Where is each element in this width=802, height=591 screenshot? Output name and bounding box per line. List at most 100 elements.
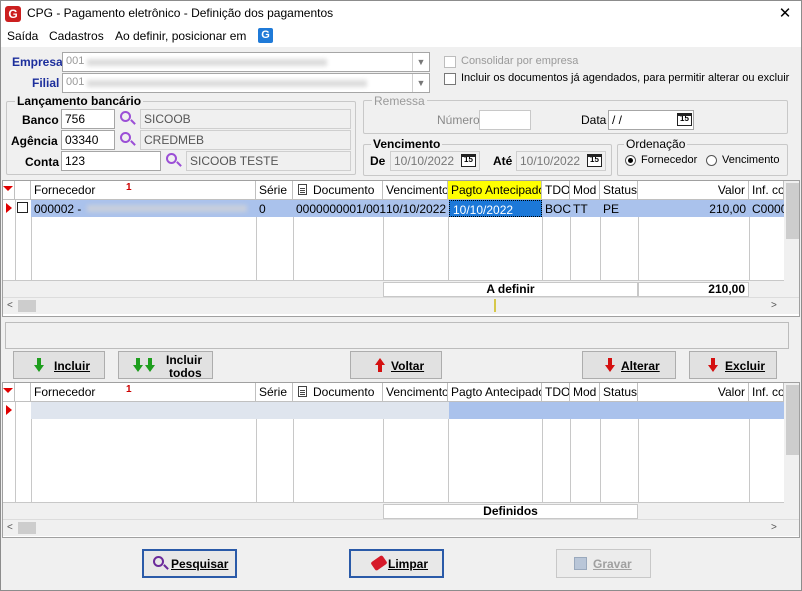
pesquisar-button[interactable]: Pesquisar xyxy=(142,549,237,578)
col-tdo[interactable]: TDO xyxy=(542,181,570,200)
col-status[interactable]: Status xyxy=(600,181,638,200)
arrow-down-red-icon xyxy=(708,358,718,372)
footer-label: A definir xyxy=(383,282,638,297)
current-row-icon xyxy=(6,203,12,213)
status-bar xyxy=(5,322,789,349)
search-icon xyxy=(151,555,169,573)
banco-code-input[interactable]: 756 xyxy=(61,109,115,129)
consolidar-label: Consolidar por empresa xyxy=(461,55,579,67)
incluir-agendados-label: Incluir os documentos já agendados, para… xyxy=(461,72,790,84)
arrow-up-red-icon xyxy=(375,358,385,372)
ordenacao-fornecedor-radio[interactable] xyxy=(625,155,636,166)
horizontal-scrollbar[interactable]: < > xyxy=(3,297,799,314)
empresa-name-blurred xyxy=(87,59,327,66)
agencia-name-field: CREDMEB xyxy=(140,130,351,150)
col-inf[interactable]: Inf. com xyxy=(749,383,784,402)
search-icon[interactable] xyxy=(164,152,182,170)
banco-name-field: SICOOB xyxy=(140,109,351,129)
data-label: Data xyxy=(581,113,607,127)
menu-cadastros[interactable]: Cadastros xyxy=(49,29,104,43)
sort-down-icon xyxy=(3,388,13,393)
consolidar-checkbox[interactable] xyxy=(444,56,456,68)
col-mod[interactable]: Mod xyxy=(570,181,600,200)
arrow-down-green-icon xyxy=(34,358,44,372)
col-fornecedor[interactable]: Fornecedor 1 xyxy=(31,383,256,402)
incluir-button[interactable]: Incluir xyxy=(13,351,105,379)
g-icon[interactable]: G xyxy=(258,28,273,43)
voltar-button[interactable]: Voltar xyxy=(350,351,442,379)
lancamento-title: Lançamento bancário xyxy=(15,94,144,108)
app-icon: G xyxy=(5,6,21,22)
search-icon[interactable] xyxy=(118,131,136,149)
menu-bar: Saída Cadastros Ao definir, posicionar e… xyxy=(1,27,801,47)
excluir-button[interactable]: Excluir xyxy=(689,351,777,379)
scroll-right-icon[interactable]: > xyxy=(771,300,777,311)
eraser-icon xyxy=(370,554,388,572)
scroll-right-icon[interactable]: > xyxy=(771,522,777,533)
vertical-scrollbar[interactable] xyxy=(784,383,799,519)
numero-label: Número xyxy=(437,113,480,127)
filial-name-blurred xyxy=(87,80,367,87)
filial-combo[interactable]: 001 ▼ xyxy=(62,73,430,93)
calendar-icon[interactable]: 15 xyxy=(587,154,602,167)
banco-label: Banco xyxy=(22,113,59,127)
col-pagto-antecipado[interactable]: Pagto Antecipado xyxy=(448,181,542,200)
col-inf[interactable]: Inf. com xyxy=(749,181,784,200)
col-status[interactable]: Status xyxy=(600,383,638,402)
menu-ao-definir[interactable]: Ao definir, posicionar em xyxy=(115,29,246,43)
de-label: De xyxy=(370,154,386,168)
col-mod[interactable]: Mod xyxy=(570,383,600,402)
limpar-button[interactable]: Limpar xyxy=(349,549,444,578)
gravar-button[interactable]: Gravar xyxy=(556,549,651,578)
incluir-todos-button[interactable]: Incluir todos xyxy=(118,351,213,380)
definidos-grid: Fornecedor 1 Série Documento Vencimento P… xyxy=(2,382,800,538)
sort-down-icon xyxy=(3,186,13,191)
empresa-combo[interactable]: 001 ▼ xyxy=(62,52,430,72)
footer-total: 210,00 xyxy=(638,282,749,297)
col-fornecedor[interactable]: Fornecedor 1 xyxy=(31,181,256,200)
col-valor[interactable]: Valor xyxy=(638,383,749,402)
agencia-label: Agência xyxy=(11,134,58,148)
arrow-down-green-icon xyxy=(133,358,143,372)
menu-saida[interactable]: Saída xyxy=(7,29,38,43)
grid-corner xyxy=(3,181,15,200)
cell-tdo: BOC xyxy=(545,202,572,216)
col-valor[interactable]: Valor xyxy=(638,181,749,200)
cell-pagto-antecipado[interactable]: 10/10/2022 xyxy=(449,200,542,217)
remessa-group xyxy=(363,100,788,134)
col-vencimento[interactable]: Vencimento xyxy=(383,181,448,200)
col-documento[interactable]: Documento xyxy=(293,181,383,200)
grid-corner xyxy=(3,383,15,402)
chevron-down-icon[interactable]: ▼ xyxy=(412,74,429,92)
scroll-left-icon[interactable]: < xyxy=(7,300,13,311)
remessa-title: Remessa xyxy=(372,94,427,108)
horizontal-scrollbar[interactable]: < > xyxy=(3,519,799,536)
alterar-button[interactable]: Alterar xyxy=(582,351,676,379)
numero-input[interactable] xyxy=(479,110,531,130)
calendar-icon[interactable]: 15 xyxy=(461,154,476,167)
col-documento[interactable]: Documento xyxy=(293,383,383,402)
filial-code: 001 xyxy=(66,76,85,88)
ordenacao-fornecedor-label: Fornecedor xyxy=(641,154,698,166)
incluir-agendados-checkbox[interactable] xyxy=(444,73,456,85)
col-serie[interactable]: Série xyxy=(256,181,293,200)
agencia-code-input[interactable]: 03340 xyxy=(61,130,115,150)
sort-indicator: 1 xyxy=(126,182,132,193)
ordenacao-vencimento-radio[interactable] xyxy=(706,155,717,166)
search-icon[interactable] xyxy=(118,110,136,128)
sort-indicator: 1 xyxy=(126,384,132,395)
col-pagto-antecipado[interactable]: Pagto Antecipado xyxy=(448,383,542,402)
calendar-icon[interactable]: 15 xyxy=(677,113,692,126)
col-tdo[interactable]: TDO xyxy=(542,383,570,402)
conta-name-field: SICOOB TESTE xyxy=(186,151,351,171)
close-button[interactable]: ✕ xyxy=(773,4,797,24)
chevron-down-icon[interactable]: ▼ xyxy=(412,53,429,71)
grid-footer: Definidos xyxy=(3,502,784,519)
vertical-scrollbar[interactable] xyxy=(784,181,799,297)
scroll-left-icon[interactable]: < xyxy=(7,522,13,533)
conta-code-input[interactable]: 123 xyxy=(61,151,161,171)
col-vencimento[interactable]: Vencimento xyxy=(383,383,448,402)
row-checkbox[interactable] xyxy=(17,202,28,213)
filial-label: Filial xyxy=(32,76,60,90)
col-serie[interactable]: Série xyxy=(256,383,293,402)
